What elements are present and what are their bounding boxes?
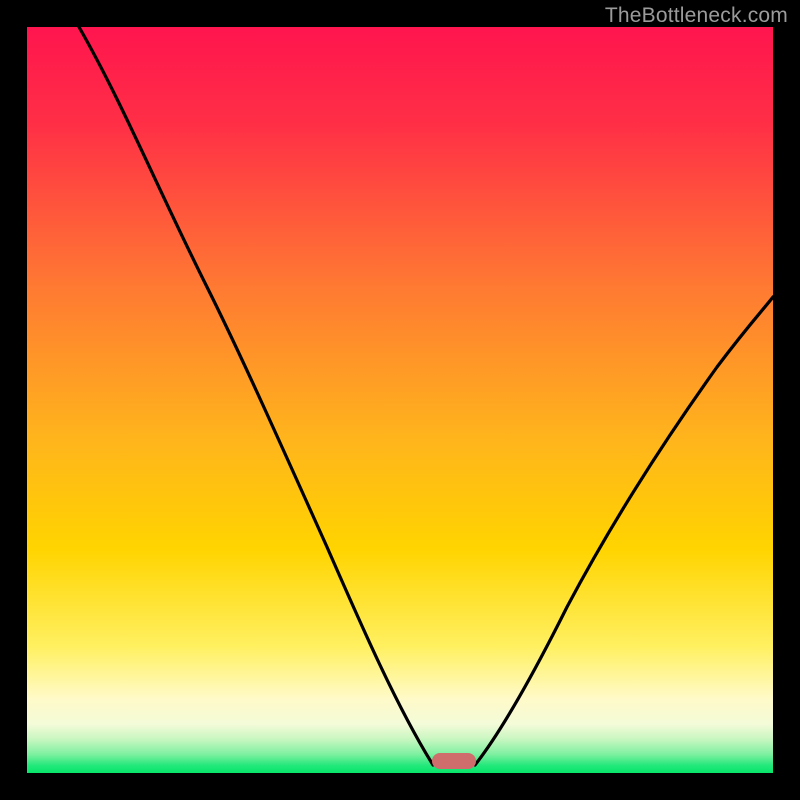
bottleneck-curve [27,27,773,773]
watermark-text: TheBottleneck.com [605,4,788,28]
plot-area [27,27,773,773]
chart-frame: TheBottleneck.com [0,0,800,800]
optimal-marker [432,753,476,769]
